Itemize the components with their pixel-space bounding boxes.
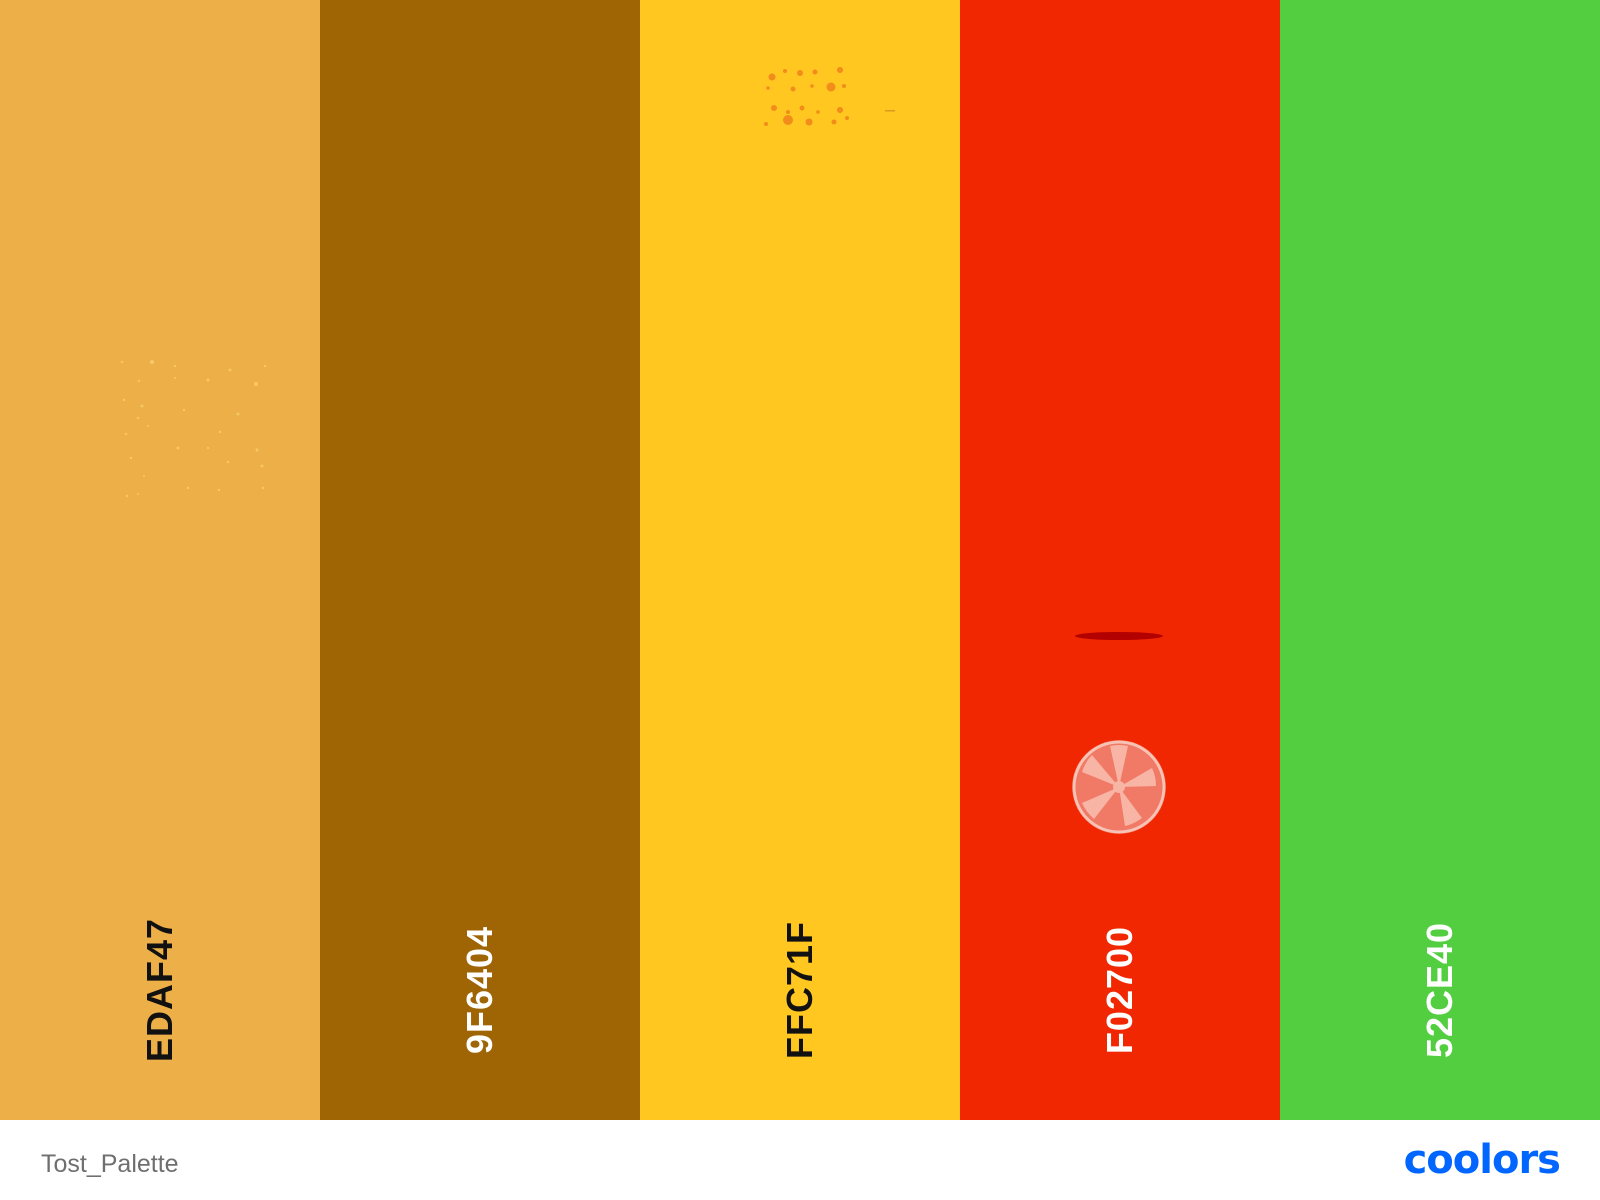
hex-code-label[interactable]: EDAF47 [139, 918, 181, 1062]
hex-code-label[interactable]: 9F6404 [459, 926, 501, 1054]
palette-name[interactable]: Tost_Palette [41, 1150, 179, 1179]
swatch-edaf47[interactable]: EDAF47 [0, 0, 320, 1120]
palette-strip: EDAF47 9F6404 FFC71F F02700 52CE40 [0, 0, 1600, 1120]
coolors-logo[interactable]: coolors [1403, 1137, 1561, 1183]
hex-code-label[interactable]: F02700 [1099, 926, 1141, 1054]
hex-code-label[interactable]: 52CE40 [1419, 922, 1461, 1058]
footer-bar: Tost_Palette coolors [0, 1120, 1600, 1200]
swatch-9f6404[interactable]: 9F6404 [320, 0, 640, 1120]
swatch-f02700[interactable]: F02700 [960, 0, 1280, 1120]
hex-code-label[interactable]: FFC71F [779, 921, 821, 1059]
swatch-52ce40[interactable]: 52CE40 [1280, 0, 1600, 1120]
brand-name: coolors [1403, 1137, 1561, 1183]
swatch-ffc71f[interactable]: FFC71F [640, 0, 960, 1120]
